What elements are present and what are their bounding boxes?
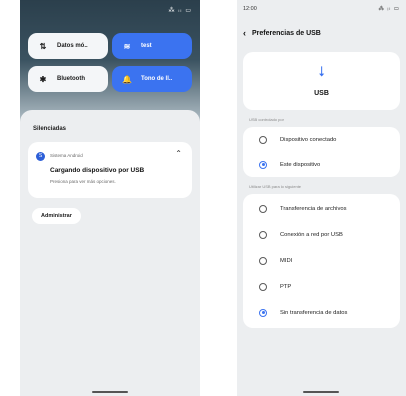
notification-app-name: Sistema Android xyxy=(50,153,83,158)
ringtone-label: Tono de ll.. xyxy=(141,76,173,82)
option-this-device[interactable]: Este dispositivo xyxy=(243,152,400,177)
section-label-use-usb-for: Utilizar USB para lo siguiente xyxy=(249,184,302,189)
silenced-header: Silenciadas xyxy=(33,126,67,132)
mobile-data-tile[interactable]: ⇅ Datos mó.. xyxy=(28,33,108,59)
chevron-up-icon[interactable]: ⌃ xyxy=(175,149,182,158)
option-ptp[interactable]: PTP xyxy=(243,274,400,299)
option-connected-device[interactable]: Dispositivo conectado xyxy=(243,127,400,152)
usb-label: USB xyxy=(314,90,329,97)
page-header: ‹ Preferencias de USB xyxy=(243,28,321,38)
option-label: Este dispositivo xyxy=(280,161,321,168)
usb-summary-card: ⭣ USB xyxy=(243,52,400,110)
option-label: Dispositivo conectado xyxy=(280,136,337,143)
back-arrow-icon[interactable]: ‹ xyxy=(243,28,246,38)
option-label: PTP xyxy=(280,283,292,290)
status-time: 12:00 xyxy=(243,6,257,12)
data-arrows-icon: ⇅ xyxy=(39,41,47,51)
quick-settings-row-1: ⇅ Datos mó.. ≋ test xyxy=(28,33,192,59)
option-file-transfer[interactable]: Transferencia de archivos xyxy=(243,196,400,221)
radio-button[interactable] xyxy=(259,230,267,239)
notification-shade-screen: ⁂ ᵢₗ ▭ ⇅ Datos mó.. ≋ test ✱ Bluetooth 🔔… xyxy=(20,0,200,396)
option-label: Transferencia de archivos xyxy=(280,205,347,212)
wifi-icon: ≋ xyxy=(123,41,131,51)
status-bar-icons: ⁂ ᵢₗ ▭ xyxy=(168,7,192,14)
option-label: MIDI xyxy=(280,257,293,264)
option-label: Conexión a red por USB xyxy=(280,231,343,238)
wifi-tile[interactable]: ≋ test xyxy=(112,33,192,59)
bluetooth-tile[interactable]: ✱ Bluetooth xyxy=(28,66,108,92)
radio-button[interactable] xyxy=(259,135,267,144)
radio-button[interactable] xyxy=(259,256,267,265)
radio-button-selected[interactable] xyxy=(259,160,267,169)
bluetooth-icon: ✱ xyxy=(39,74,47,84)
page-title: Preferencias de USB xyxy=(252,29,321,37)
radio-button[interactable] xyxy=(259,282,267,291)
bluetooth-label: Bluetooth xyxy=(57,76,85,82)
radio-button[interactable] xyxy=(259,204,267,213)
android-system-icon: S xyxy=(36,152,45,161)
status-bar-icons: ⁂ ᵢₗ ▭ xyxy=(378,6,400,12)
section-label-controlled-by: USB controlado por xyxy=(249,117,284,122)
option-midi[interactable]: MIDI xyxy=(243,248,400,273)
usb-preferences-screen: 12:00 ⁂ ᵢₗ ▭ ‹ Preferencias de USB ⭣ USB… xyxy=(237,0,406,396)
quick-settings-row-2: ✱ Bluetooth 🔔 Tono de ll.. xyxy=(28,66,192,92)
radio-button-selected[interactable] xyxy=(259,308,267,317)
option-no-data-transfer[interactable]: Sin transferencia de datos xyxy=(243,300,400,325)
notification-subtitle: Presiona para ver más opciones. xyxy=(50,179,116,184)
bell-icon: 🔔 xyxy=(122,74,132,84)
option-usb-tethering[interactable]: Conexión a red por USB xyxy=(243,222,400,247)
home-indicator[interactable] xyxy=(92,391,128,393)
ringtone-tile[interactable]: 🔔 Tono de ll.. xyxy=(112,66,192,92)
controlled-by-options: Dispositivo conectado Este dispositivo xyxy=(243,127,400,177)
wifi-label: test xyxy=(141,43,152,49)
notification-title: Cargando dispositivo por USB xyxy=(50,167,145,174)
usb-use-options: Transferencia de archivos Conexión a red… xyxy=(243,194,400,328)
home-indicator[interactable] xyxy=(303,391,339,393)
mobile-data-label: Datos mó.. xyxy=(57,43,88,49)
notification-sheet: Silenciadas S Sistema Android ⌃ Cargando… xyxy=(20,110,200,396)
option-label: Sin transferencia de datos xyxy=(280,309,348,316)
usb-charging-notification[interactable]: S Sistema Android ⌃ Cargando dispositivo… xyxy=(28,142,192,198)
manage-button[interactable]: Administrar xyxy=(32,208,81,224)
usb-icon: ⭣ xyxy=(318,63,325,79)
